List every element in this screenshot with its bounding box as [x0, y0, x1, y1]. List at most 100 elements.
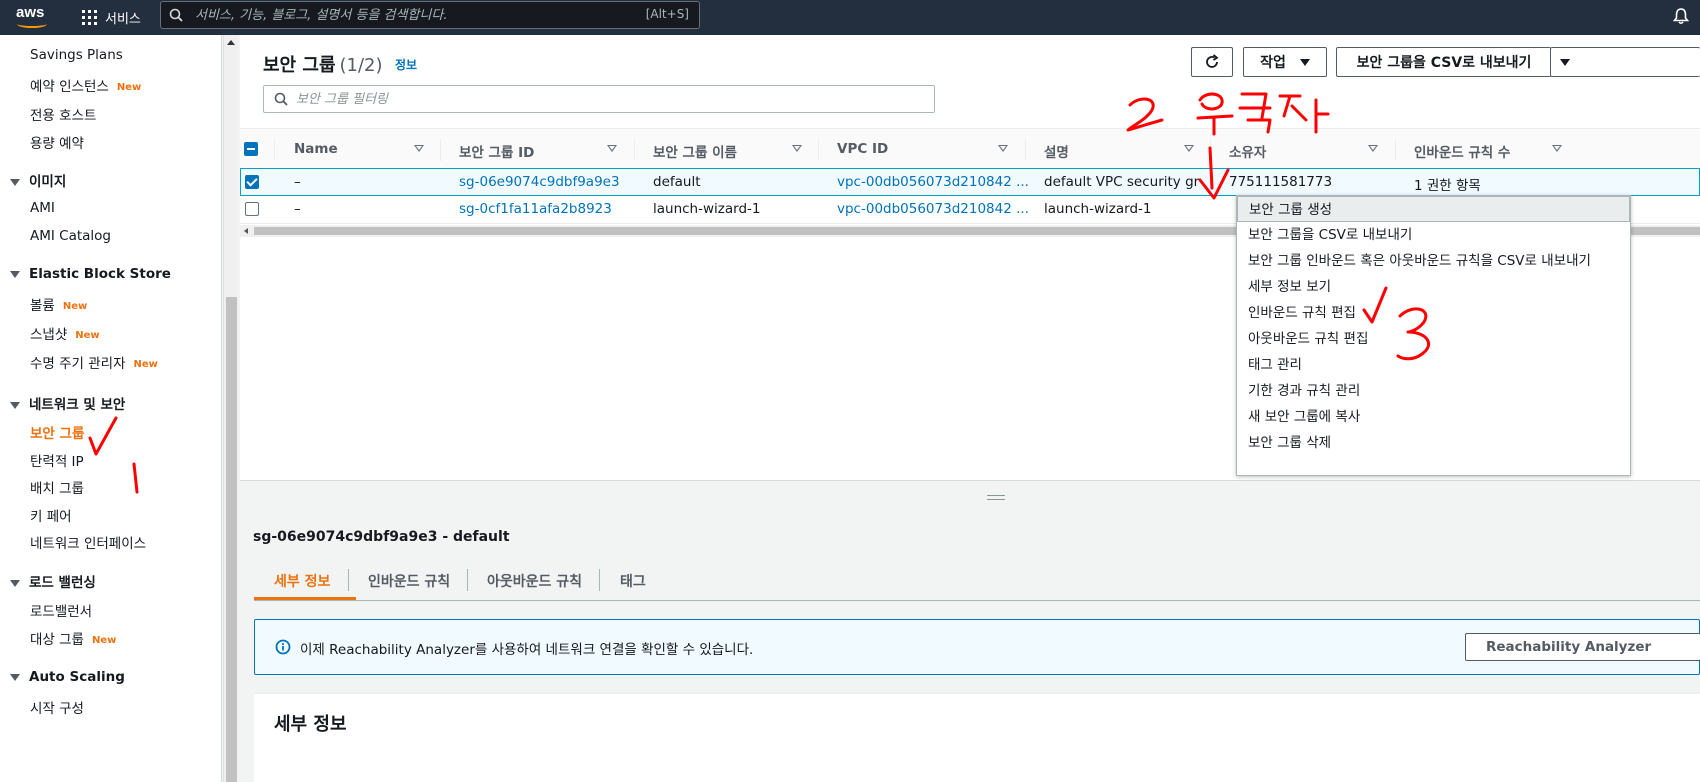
column-header-name[interactable]: Name: [294, 141, 338, 157]
filter-input[interactable]: [296, 88, 896, 110]
sort-icon[interactable]: [414, 145, 424, 152]
sidebar-section-auto-scaling[interactable]: Auto Scaling: [10, 669, 125, 685]
column-header-owner[interactable]: 소유자: [1229, 141, 1266, 161]
reachability-analyzer-button[interactable]: Reachability Analyzer: [1465, 633, 1700, 661]
actions-dropdown-button[interactable]: 작업: [1243, 47, 1327, 77]
scroll-up-arrow-icon[interactable]: [227, 40, 235, 45]
tab-details[interactable]: 세부 정보: [274, 571, 330, 591]
caret-down-icon: [10, 401, 20, 409]
menu-item-edit-outbound-rules[interactable]: 아웃바운드 규칙 편집: [1237, 326, 1630, 352]
column-header-inbound-rules[interactable]: 인바운드 규칙 수: [1414, 141, 1510, 161]
table-row[interactable]: – sg-06e9074c9dbf9a9e3 default vpc-00db0…: [240, 168, 1700, 196]
menu-item-edit-inbound-rules[interactable]: 인바운드 규칙 편집: [1237, 300, 1630, 326]
menu-item-delete-security-group[interactable]: 보안 그룹 삭제: [1237, 430, 1630, 456]
sidebar-item-security-groups[interactable]: 보안 그룹: [30, 422, 84, 442]
menu-item-manage-tags[interactable]: 태그 관리: [1237, 352, 1630, 378]
create-dropdown-button[interactable]: [1550, 47, 1700, 77]
sidebar-item-label: 키 페어: [30, 509, 72, 525]
export-csv-button[interactable]: 보안 그룹을 CSV로 내보내기: [1336, 47, 1551, 77]
notifications-bell-icon[interactable]: [1672, 7, 1690, 25]
sidebar-item-target-groups[interactable]: 대상 그룹 New: [30, 628, 116, 648]
search-icon: [274, 92, 288, 106]
sidebar-item-label: 수명 주기 관리자: [30, 356, 126, 372]
sort-icon[interactable]: [607, 145, 617, 152]
sidebar-item-ami[interactable]: AMI: [30, 200, 55, 216]
services-menu-button[interactable]: 서비스: [105, 8, 141, 27]
column-header-group-name[interactable]: 보안 그룹 이름: [653, 141, 737, 161]
actions-label: 작업: [1260, 55, 1286, 71]
sidebar-scrollbar-thumb[interactable]: [226, 297, 237, 782]
sidebar-item-capacity-reservations[interactable]: 용량 예약: [30, 132, 84, 152]
sidebar-item-savings-plans[interactable]: Savings Plans: [30, 47, 123, 63]
aws-logo[interactable]: aws: [16, 4, 48, 30]
column-divider: [1025, 139, 1026, 161]
global-search-box[interactable]: [Alt+S]: [160, 1, 700, 29]
sort-icon[interactable]: [1184, 145, 1194, 152]
row-checkbox[interactable]: [245, 175, 259, 189]
global-search-input[interactable]: [195, 4, 625, 26]
sidebar-item-placement-groups[interactable]: 배치 그룹: [30, 477, 84, 497]
tab-inbound-rules[interactable]: 인바운드 규칙: [368, 571, 450, 591]
menu-item-view-details[interactable]: 세부 정보 보기: [1237, 274, 1630, 300]
select-all-checkbox[interactable]: [244, 142, 258, 156]
column-divider: [274, 139, 275, 161]
sidebar-section-load-balancing[interactable]: 로드 밸런싱: [10, 571, 96, 591]
column-header-group-id[interactable]: 보안 그룹 ID: [459, 141, 534, 161]
sidebar-item-launch-configurations[interactable]: 시작 구성: [30, 697, 84, 717]
menu-item-export-rules-csv[interactable]: 보안 그룹 인바운드 혹은 아웃바운드 규칙을 CSV로 내보내기: [1237, 248, 1630, 274]
sidebar-section-network-security[interactable]: 네트워크 및 보안: [10, 393, 125, 413]
sort-icon[interactable]: [1368, 145, 1378, 152]
sort-icon[interactable]: [1552, 145, 1562, 152]
refresh-icon: [1206, 54, 1219, 68]
sidebar-item-lifecycle-manager[interactable]: 수명 주기 관리자 New: [30, 352, 158, 372]
new-badge: New: [75, 329, 100, 341]
sidebar-item-label: AMI: [30, 200, 55, 216]
cell-group-name: default: [653, 174, 701, 190]
menu-item-manage-stale-rules[interactable]: 기한 경과 규칙 관리: [1237, 378, 1630, 404]
column-header-vpc-id[interactable]: VPC ID: [837, 141, 888, 157]
sidebar-section-label: Auto Scaling: [29, 669, 125, 685]
sidebar-item-network-interfaces[interactable]: 네트워크 인터페이스: [30, 532, 146, 552]
cell-name: –: [294, 201, 301, 217]
sidebar-item-elastic-ips[interactable]: 탄력적 IP: [30, 450, 84, 470]
info-link[interactable]: 정보: [395, 56, 417, 73]
cell-description: default VPC security gr: [1044, 174, 1200, 190]
filter-box[interactable]: [263, 85, 935, 113]
split-panel-divider[interactable]: [240, 480, 1700, 510]
info-circle-icon: [275, 639, 291, 655]
menu-item-export-csv[interactable]: 보안 그룹을 CSV로 내보내기: [1237, 222, 1630, 248]
drag-handle-icon[interactable]: [987, 495, 1005, 500]
scroll-left-arrow-icon[interactable]: [244, 228, 248, 234]
column-header-description[interactable]: 설명: [1044, 141, 1069, 161]
sidebar-item-ami-catalog[interactable]: AMI Catalog: [30, 228, 111, 244]
sidebar-item-load-balancers[interactable]: 로드밸런서: [30, 600, 92, 620]
tab-tags[interactable]: 태그: [620, 571, 646, 591]
sidebar-section-images[interactable]: 이미지: [10, 170, 66, 190]
services-grid-icon[interactable]: [82, 10, 97, 25]
sidebar-item-snapshots[interactable]: 스냅샷 New: [30, 323, 100, 343]
cell-group-id-link[interactable]: sg-0cf1fa11afa2b8923: [459, 201, 612, 217]
sidebar-item-volumes[interactable]: 볼륨 New: [30, 294, 87, 314]
refresh-button[interactable]: [1191, 47, 1233, 77]
menu-item-copy-to-new[interactable]: 새 보안 그룹에 복사: [1237, 404, 1630, 430]
sidebar-item-label: 시작 구성: [30, 701, 84, 717]
alert-message: 이제 Reachability Analyzer를 사용하여 네트워크 연결을 …: [300, 642, 754, 658]
sidebar-item-label: 로드밸런서: [30, 604, 93, 620]
sidebar-item-key-pairs[interactable]: 키 페어: [30, 505, 72, 525]
tab-divider: [467, 569, 468, 591]
sort-icon[interactable]: [792, 145, 802, 152]
export-csv-label: 보안 그룹을 CSV로 내보내기: [1356, 55, 1532, 71]
cell-group-id-link[interactable]: sg-06e9074c9dbf9a9e3: [459, 174, 620, 190]
sidebar-item-reserved-instances[interactable]: 예약 인스턴스 New: [30, 75, 141, 95]
tab-outbound-rules[interactable]: 아웃바운드 규칙: [487, 571, 582, 591]
detail-tabs: 세부 정보 인바운드 규칙 아웃바운드 규칙 태그: [254, 559, 1700, 601]
sidebar-section-ebs[interactable]: Elastic Block Store: [10, 266, 171, 282]
cell-vpc-id-link[interactable]: vpc-00db056073d210842 ...: [837, 174, 1029, 190]
cell-vpc-id-link[interactable]: vpc-00db056073d210842 ...: [837, 201, 1029, 217]
sidebar-scrollbar[interactable]: [223, 35, 238, 782]
sidebar-item-dedicated-hosts[interactable]: 전용 호스트: [30, 104, 96, 124]
menu-item-create-security-group[interactable]: 보안 그룹 생성: [1237, 196, 1630, 222]
sort-icon[interactable]: [998, 145, 1008, 152]
row-checkbox[interactable]: [245, 202, 259, 216]
sidebar-item-label: 예약 인스턴스: [30, 79, 109, 95]
